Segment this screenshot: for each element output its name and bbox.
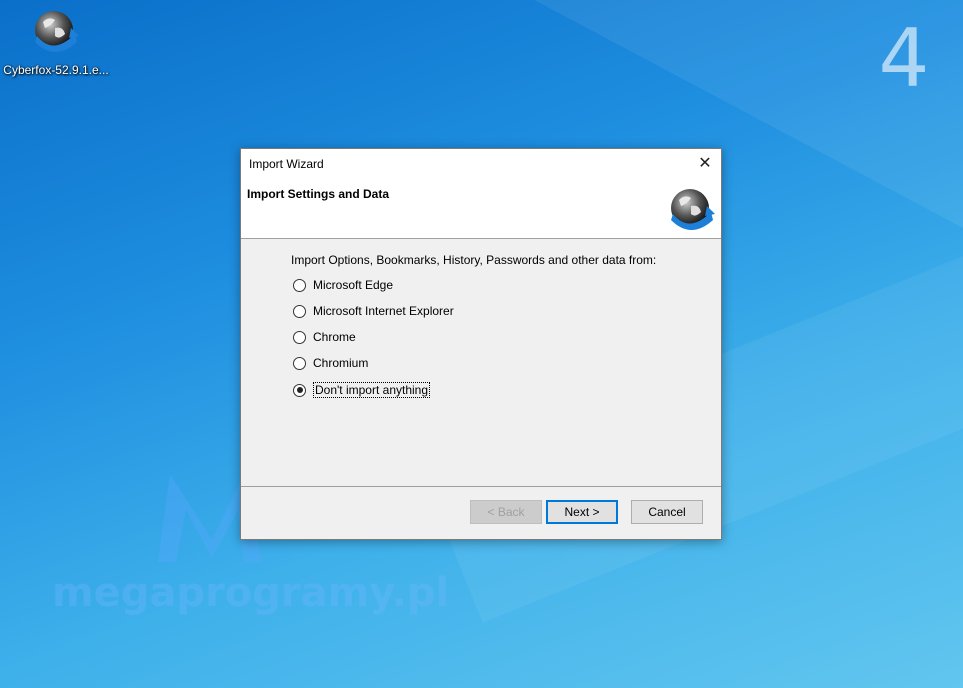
cyberfox-globe-icon [667, 184, 717, 234]
radio-option-internet-explorer[interactable]: Microsoft Internet Explorer [293, 304, 454, 318]
cancel-button[interactable]: Cancel [631, 500, 703, 524]
dialog-titlebar[interactable]: Import Wizard ✕ [241, 149, 721, 179]
radio-button[interactable] [293, 356, 306, 370]
radio-button[interactable] [293, 304, 306, 318]
import-prompt: Import Options, Bookmarks, History, Pass… [291, 253, 657, 267]
radio-option-chrome[interactable]: Chrome [293, 330, 356, 344]
close-icon[interactable]: ✕ [695, 154, 715, 174]
cyberfox-globe-icon [31, 6, 81, 56]
back-button[interactable]: < Back [470, 500, 542, 524]
wizard-page-title: Import Settings and Data [247, 187, 390, 201]
radio-button[interactable] [293, 330, 306, 344]
wizard-footer: < Back Next > Cancel [241, 486, 721, 539]
radio-button-selected[interactable] [293, 383, 306, 397]
next-button[interactable]: Next > [546, 500, 618, 524]
radio-label: Chrome [313, 330, 356, 344]
radio-option-microsoft-edge[interactable]: Microsoft Edge [293, 278, 393, 292]
virtual-desktop-number: 4 [878, 12, 930, 105]
desktop-icon-cyberfox[interactable]: Cyberfox-52.9.1.e... [2, 6, 110, 77]
radio-label: Chromium [313, 356, 369, 370]
radio-option-dont-import[interactable]: Don't import anything [293, 382, 431, 398]
desktop-icon-label: Cyberfox-52.9.1.e... [3, 63, 109, 77]
watermark-text: megaprogramy.pl [52, 570, 450, 616]
radio-label: Don't import anything [313, 382, 431, 398]
import-wizard-dialog: Import Wizard ✕ Import Settings and Data [240, 148, 722, 540]
radio-button[interactable] [293, 278, 306, 292]
wizard-header: Import Settings and Data [241, 179, 721, 239]
wizard-content: Import Options, Bookmarks, History, Pass… [241, 239, 721, 488]
radio-option-chromium[interactable]: Chromium [293, 356, 368, 370]
dialog-title: Import Wizard [249, 157, 324, 171]
radio-label: Microsoft Internet Explorer [313, 304, 454, 318]
radio-label: Microsoft Edge [313, 278, 394, 292]
